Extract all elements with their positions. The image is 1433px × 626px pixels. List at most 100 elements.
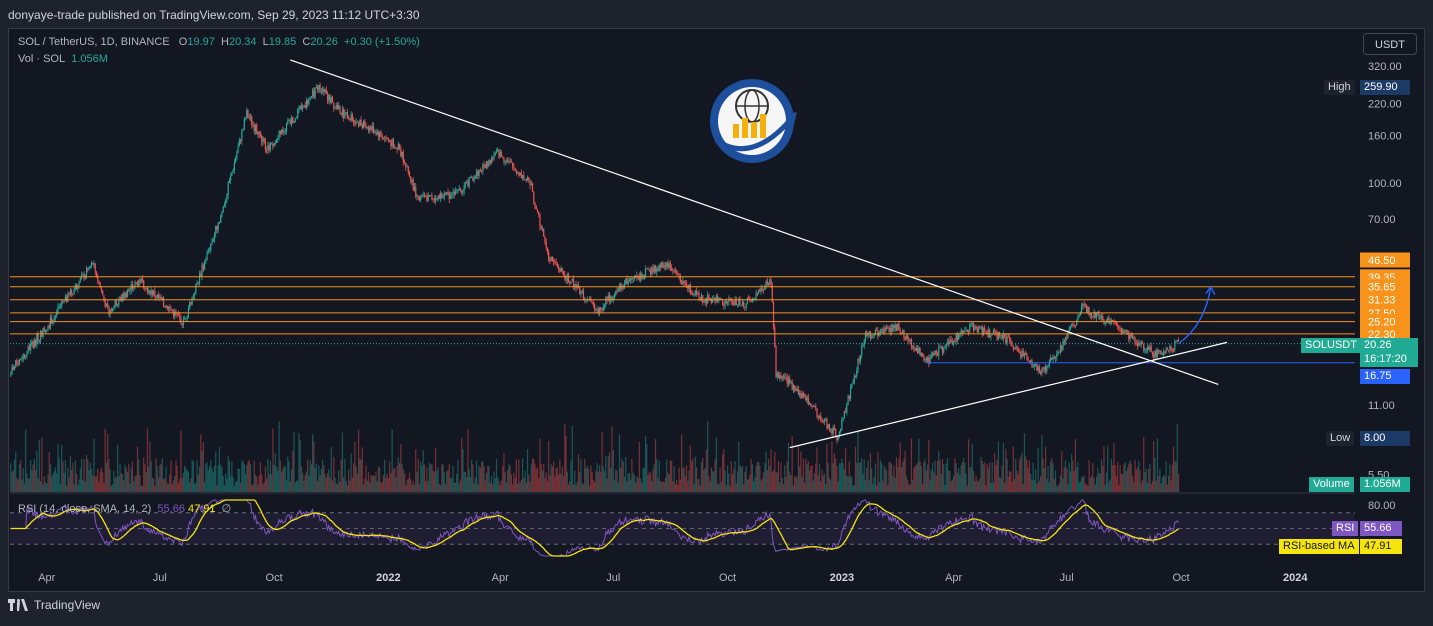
candle-body: [71, 290, 73, 294]
volume-bar: [633, 475, 635, 492]
candle-body: [16, 360, 18, 364]
volume-bar: [27, 478, 29, 492]
volume-bar: [948, 470, 950, 492]
volume-bar: [433, 472, 435, 492]
candle-body: [61, 301, 63, 307]
volume-bar: [844, 448, 847, 492]
candle-body: [1013, 348, 1016, 350]
volume-bar: [22, 467, 24, 492]
candle-body: [969, 324, 971, 333]
volume-bar: [991, 462, 993, 492]
volume-bar: [878, 482, 880, 492]
volume-bar: [271, 474, 273, 492]
candle-body: [990, 335, 992, 337]
candle-body: [236, 152, 238, 159]
volume-bar: [1167, 476, 1170, 492]
volume-bar: [967, 439, 970, 492]
candle-body: [972, 323, 975, 331]
volume-bar: [1048, 482, 1050, 492]
candle-body: [174, 311, 176, 317]
volume-bar: [162, 479, 165, 492]
volume-bar: [890, 463, 893, 492]
candle-body: [333, 102, 335, 108]
volume-bar: [166, 483, 168, 492]
candle-body: [1174, 341, 1176, 351]
candle-body: [194, 292, 196, 296]
volume-bar: [412, 480, 414, 492]
candle-body: [467, 181, 469, 187]
volume-bar: [273, 465, 275, 492]
symbol-title[interactable]: SOL / TetherUS, 1D, BINANCE: [18, 36, 170, 48]
candle-body: [353, 119, 355, 124]
volume-bar: [317, 481, 319, 492]
candle-body: [672, 270, 674, 272]
volume-bar: [82, 480, 84, 492]
volume-bar: [868, 480, 870, 492]
volume-bar: [15, 451, 17, 492]
volume-bar: [1023, 433, 1026, 492]
candle-body: [529, 180, 531, 186]
volume-bar: [903, 458, 905, 492]
volume-bar: [471, 459, 473, 492]
volume-bar: [52, 473, 54, 492]
volume-bar: [146, 428, 149, 492]
candle-body: [817, 416, 819, 418]
candle-body: [984, 327, 986, 332]
footer-brand[interactable]: TradingView: [34, 598, 100, 612]
currency-button[interactable]: USDT: [1363, 33, 1417, 55]
volume-bar: [1020, 456, 1022, 492]
candle-body: [653, 266, 655, 272]
candle-body: [1048, 361, 1050, 366]
candle-body: [1079, 311, 1081, 316]
candle-body: [181, 324, 183, 325]
candle-body: [750, 300, 752, 302]
volume-bar: [843, 469, 845, 492]
candle-body: [1037, 366, 1039, 371]
volume-bar: [461, 437, 463, 492]
volume-bar: [709, 480, 711, 492]
volume-bar: [744, 471, 746, 492]
volume-bar: [912, 479, 914, 492]
candle-body: [53, 317, 55, 320]
candle-body: [1115, 323, 1118, 326]
candle-body: [679, 276, 681, 282]
volume-bar: [702, 457, 704, 492]
volume-bar: [174, 476, 176, 492]
candle-body: [627, 281, 629, 285]
volume-bar: [32, 464, 34, 492]
low-badge-value: 8.00: [1360, 431, 1410, 446]
y-tick-label: 320.00: [1368, 61, 1402, 73]
candle-body: [779, 375, 781, 378]
candle-body: [439, 193, 442, 199]
rsi-legend-label[interactable]: RSI (14, close, SMA, 14, 2): [18, 503, 151, 515]
volume-bar: [571, 425, 573, 492]
volume-bar: [1018, 459, 1021, 492]
volume-bar: [366, 480, 368, 492]
volume-bar: [135, 475, 137, 492]
candle-body: [888, 327, 890, 332]
candle-body: [863, 340, 865, 347]
volume-bar: [728, 473, 730, 492]
candle-body: [541, 228, 544, 230]
candle-body: [600, 307, 602, 310]
candle-body: [811, 405, 813, 407]
candle-body: [669, 263, 672, 268]
volume-bar: [312, 434, 314, 492]
candle-body: [154, 290, 156, 297]
volume-bar: [294, 482, 296, 492]
volume-legend-label[interactable]: Vol · SOL: [18, 53, 65, 65]
volume-bar: [535, 469, 537, 492]
candle-body: [192, 295, 194, 297]
candle-body: [1003, 334, 1006, 337]
candle-body: [689, 284, 691, 294]
volume-bar: [1095, 476, 1098, 492]
symbol-badge: SOLUSDT: [1301, 338, 1361, 353]
volume-bar: [175, 460, 177, 492]
candle-body: [449, 195, 452, 200]
volume-bar: [581, 482, 583, 492]
volume-bar: [1057, 485, 1059, 492]
candle-body: [961, 330, 963, 333]
volume-bar: [657, 478, 659, 492]
volume-bar: [984, 462, 986, 492]
price-chart[interactable]: 320.00220.00160.00100.0070.0011.005.50Ap…: [0, 0, 1433, 626]
